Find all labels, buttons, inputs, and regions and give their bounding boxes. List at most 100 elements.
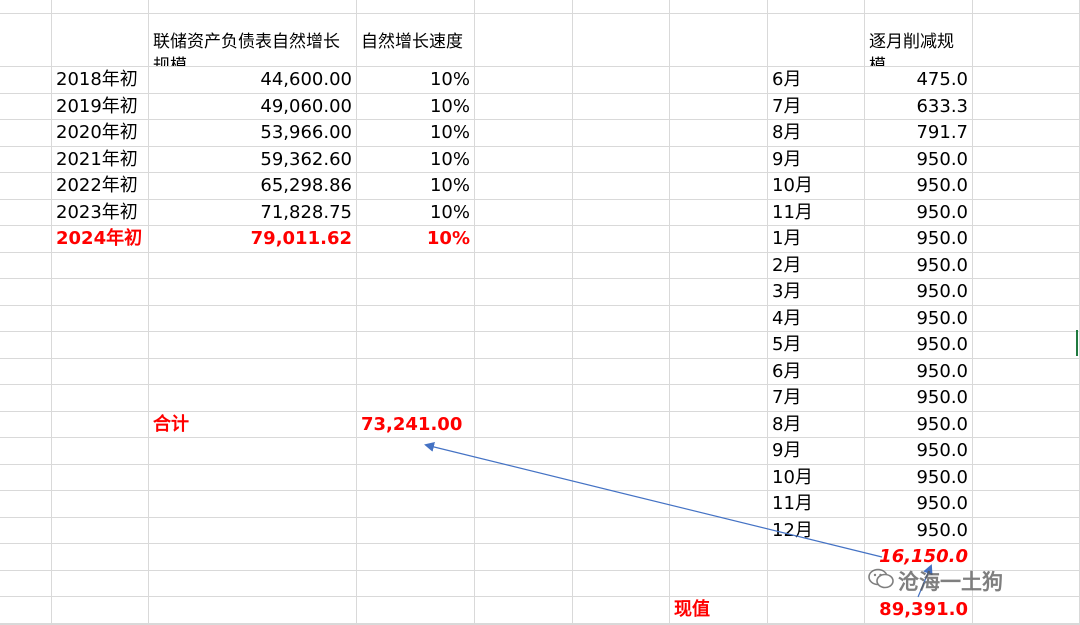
empty-cell[interactable]	[670, 0, 768, 14]
growth-rate[interactable]: 10%	[357, 120, 475, 147]
empty-cell[interactable]	[149, 570, 357, 597]
empty-cell[interactable]	[0, 544, 52, 571]
growth-rate[interactable]: 10%	[357, 173, 475, 200]
empty-cell[interactable]	[573, 279, 670, 306]
year-label[interactable]: 2020年初	[52, 120, 149, 147]
empty-cell[interactable]	[670, 67, 768, 94]
reduction-value[interactable]: 950.0	[865, 464, 973, 491]
reduction-value[interactable]: 950.0	[865, 411, 973, 438]
empty-cell[interactable]	[670, 252, 768, 279]
month-label[interactable]: 4月	[768, 305, 865, 332]
empty-cell[interactable]	[973, 0, 1080, 14]
empty-cell[interactable]	[475, 385, 573, 412]
empty-cell[interactable]	[475, 358, 573, 385]
empty-cell[interactable]	[149, 544, 357, 571]
empty-cell[interactable]	[357, 491, 475, 518]
empty-cell[interactable]	[475, 199, 573, 226]
balance-value[interactable]: 79,011.62	[149, 226, 357, 253]
empty-cell[interactable]	[52, 411, 149, 438]
empty-cell[interactable]	[0, 146, 52, 173]
empty-cell[interactable]	[670, 14, 768, 67]
empty-cell[interactable]	[475, 597, 573, 624]
reduction-value[interactable]: 950.0	[865, 491, 973, 518]
reduction-value[interactable]: 950.0	[865, 305, 973, 332]
empty-cell[interactable]	[973, 120, 1080, 147]
month-label[interactable]: 9月	[768, 146, 865, 173]
empty-cell[interactable]	[573, 358, 670, 385]
empty-cell[interactable]	[52, 597, 149, 624]
empty-cell[interactable]	[475, 544, 573, 571]
empty-cell[interactable]	[52, 279, 149, 306]
empty-cell[interactable]	[357, 544, 475, 571]
month-label[interactable]: 8月	[768, 411, 865, 438]
empty-cell[interactable]	[475, 305, 573, 332]
empty-cell[interactable]	[670, 517, 768, 544]
empty-cell[interactable]	[973, 93, 1080, 120]
year-label[interactable]: 2024年初	[52, 226, 149, 253]
month-label[interactable]: 11月	[768, 491, 865, 518]
empty-cell[interactable]	[670, 305, 768, 332]
reduction-value[interactable]: 950.0	[865, 146, 973, 173]
header-growth-rate[interactable]: 自然增长速度	[357, 14, 475, 67]
empty-cell[interactable]	[0, 67, 52, 94]
empty-cell[interactable]	[670, 120, 768, 147]
sum-label[interactable]: 合计	[149, 411, 357, 438]
empty-cell[interactable]	[973, 385, 1080, 412]
empty-cell[interactable]	[670, 226, 768, 253]
reduction-value[interactable]: 950.0	[865, 226, 973, 253]
growth-rate[interactable]: 10%	[357, 93, 475, 120]
empty-cell[interactable]	[573, 226, 670, 253]
empty-cell[interactable]	[573, 93, 670, 120]
empty-cell[interactable]	[52, 332, 149, 359]
reduction-value[interactable]: 950.0	[865, 279, 973, 306]
empty-cell[interactable]	[475, 411, 573, 438]
empty-cell[interactable]	[475, 517, 573, 544]
reduction-value[interactable]: 633.3	[865, 93, 973, 120]
empty-cell[interactable]	[573, 120, 670, 147]
empty-cell[interactable]	[670, 544, 768, 571]
empty-cell[interactable]	[573, 199, 670, 226]
empty-cell[interactable]	[670, 438, 768, 465]
empty-cell[interactable]	[52, 385, 149, 412]
growth-rate[interactable]: 10%	[357, 146, 475, 173]
empty-cell[interactable]	[149, 517, 357, 544]
sum-value[interactable]: 73,241.00	[357, 411, 475, 438]
empty-cell[interactable]	[573, 544, 670, 571]
empty-cell[interactable]	[670, 279, 768, 306]
empty-cell[interactable]	[573, 67, 670, 94]
empty-cell[interactable]	[357, 517, 475, 544]
empty-cell[interactable]	[0, 358, 52, 385]
present-value[interactable]: 89,391.0	[865, 597, 973, 624]
empty-cell[interactable]	[52, 305, 149, 332]
empty-cell[interactable]	[0, 93, 52, 120]
year-label[interactable]: 2021年初	[52, 146, 149, 173]
empty-cell[interactable]	[475, 491, 573, 518]
month-label[interactable]: 2月	[768, 252, 865, 279]
empty-cell[interactable]	[357, 279, 475, 306]
month-label[interactable]: 9月	[768, 438, 865, 465]
empty-cell[interactable]	[149, 252, 357, 279]
balance-value[interactable]: 44,600.00	[149, 67, 357, 94]
empty-cell[interactable]	[52, 491, 149, 518]
empty-cell[interactable]	[475, 146, 573, 173]
month-label[interactable]: 6月	[768, 358, 865, 385]
empty-cell[interactable]	[573, 411, 670, 438]
empty-cell[interactable]	[52, 570, 149, 597]
reduction-value[interactable]: 791.7	[865, 120, 973, 147]
empty-cell[interactable]	[768, 0, 865, 14]
empty-cell[interactable]	[670, 464, 768, 491]
empty-cell[interactable]	[52, 0, 149, 14]
empty-cell[interactable]	[149, 385, 357, 412]
empty-cell[interactable]	[475, 570, 573, 597]
empty-cell[interactable]	[149, 279, 357, 306]
spreadsheet-grid[interactable]: 联储资产负债表自然增长规模 自然增长速度 逐月削减规模 2018年初 44,600.00…	[0, 0, 1080, 625]
empty-cell[interactable]	[357, 464, 475, 491]
empty-cell[interactable]	[973, 226, 1080, 253]
growth-rate[interactable]: 10%	[357, 226, 475, 253]
empty-cell[interactable]	[357, 252, 475, 279]
empty-cell[interactable]	[573, 464, 670, 491]
empty-cell[interactable]	[973, 14, 1080, 67]
empty-cell[interactable]	[149, 438, 357, 465]
empty-cell[interactable]	[0, 0, 52, 14]
empty-cell[interactable]	[670, 199, 768, 226]
